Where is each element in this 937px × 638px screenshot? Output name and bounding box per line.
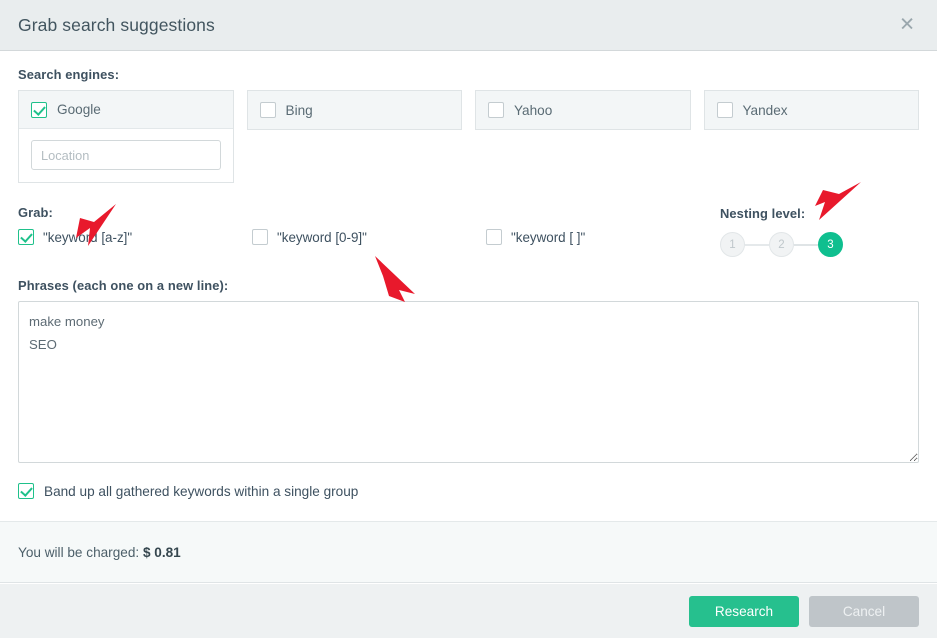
engine-toggle-yandex[interactable]: Yandex <box>704 91 918 129</box>
nesting-level-step-1[interactable]: 1 <box>720 232 745 257</box>
checkbox-engine-google[interactable] <box>31 101 47 118</box>
engine-panel-google: Google <box>18 90 234 183</box>
engine-panel-yandex: Yandex <box>703 90 919 130</box>
search-engines-row: Google Bing Yahoo <box>18 90 919 183</box>
nesting-level-group: Nesting level: 1 2 3 <box>720 205 935 257</box>
phrases-block: Phrases (each one on a new line): <box>18 278 919 463</box>
checkbox-engine-bing[interactable] <box>259 102 276 118</box>
nesting-level-step-3[interactable]: 3 <box>818 232 843 257</box>
engine-label-yahoo: Yahoo <box>514 102 553 118</box>
dialog-header: Grab search suggestions ✕ <box>0 0 937 51</box>
page-title: Grab search suggestions <box>18 14 215 35</box>
charge-bar: You will be charged: $ 0.81 <box>0 521 937 583</box>
charge-amount: $ 0.81 <box>142 544 181 560</box>
checkbox-keyword-blank[interactable] <box>486 229 502 245</box>
engine-label-yandex: Yandex <box>742 102 788 118</box>
checkbox-band-up[interactable] <box>18 483 34 499</box>
engine-toggle-yahoo[interactable]: Yahoo <box>476 91 690 129</box>
grab-options-group: Grab: "keyword [a-z]" "keyword [0-9]" "k… <box>18 205 720 245</box>
band-up-option[interactable]: Band up all gathered keywords within a s… <box>18 483 919 499</box>
engine-panel-yahoo: Yahoo <box>475 90 691 130</box>
grab-option-label-blank: "keyword [ ]" <box>511 229 586 245</box>
charge-prefix: You will be charged: <box>18 544 143 560</box>
phrases-textarea[interactable] <box>18 301 919 463</box>
engine-toggle-bing[interactable]: Bing <box>247 91 461 129</box>
nesting-level-label: Nesting level: <box>720 206 806 221</box>
grab-option-keyword-09[interactable]: "keyword [0-9]" <box>252 229 486 245</box>
engine-label-google: Google <box>57 102 101 117</box>
cancel-button[interactable]: Cancel <box>809 595 919 627</box>
grab-option-keyword-az[interactable]: "keyword [a-z]" <box>18 229 252 245</box>
grab-option-label-az: "keyword [a-z]" <box>43 229 133 245</box>
engine-panel-bing: Bing <box>246 90 462 130</box>
phrases-label: Phrases (each one on a new line): <box>18 278 229 293</box>
location-input[interactable] <box>31 140 221 170</box>
search-engines-label: Search engines: <box>18 67 120 82</box>
research-button[interactable]: Research <box>689 595 799 627</box>
checkbox-engine-yahoo[interactable] <box>488 102 504 118</box>
dialog-body: Search engines: Google Bing <box>0 51 937 521</box>
grab-section: Grab: "keyword [a-z]" "keyword [0-9]" "k… <box>18 205 919 257</box>
charge-text: You will be charged: $ 0.81 <box>18 545 181 560</box>
dialog-footer: Research Cancel <box>0 584 937 638</box>
band-up-label: Band up all gathered keywords within a s… <box>44 483 359 499</box>
engine-toggle-google[interactable]: Google <box>19 91 233 129</box>
close-icon[interactable]: ✕ <box>893 12 921 39</box>
nesting-connector-1 <box>745 243 769 246</box>
grab-option-keyword-blank[interactable]: "keyword [ ]" <box>486 229 720 245</box>
grab-search-suggestions-dialog: Grab search suggestions ✕ Search engines… <box>0 0 937 638</box>
grab-option-label-09: "keyword [0-9]" <box>277 229 367 245</box>
nesting-level-step-2[interactable]: 2 <box>769 232 794 257</box>
engine-body-google <box>19 129 233 182</box>
checkbox-keyword-az[interactable] <box>18 229 34 245</box>
checkbox-keyword-09[interactable] <box>252 229 268 245</box>
grab-options-row: "keyword [a-z]" "keyword [0-9]" "keyword… <box>18 229 720 245</box>
checkbox-engine-yandex[interactable] <box>716 102 733 118</box>
nesting-connector-2 <box>794 243 818 246</box>
engine-label-bing: Bing <box>285 102 313 118</box>
nesting-level-stepper[interactable]: 1 2 3 <box>720 232 935 257</box>
grab-label: Grab: <box>18 205 53 220</box>
